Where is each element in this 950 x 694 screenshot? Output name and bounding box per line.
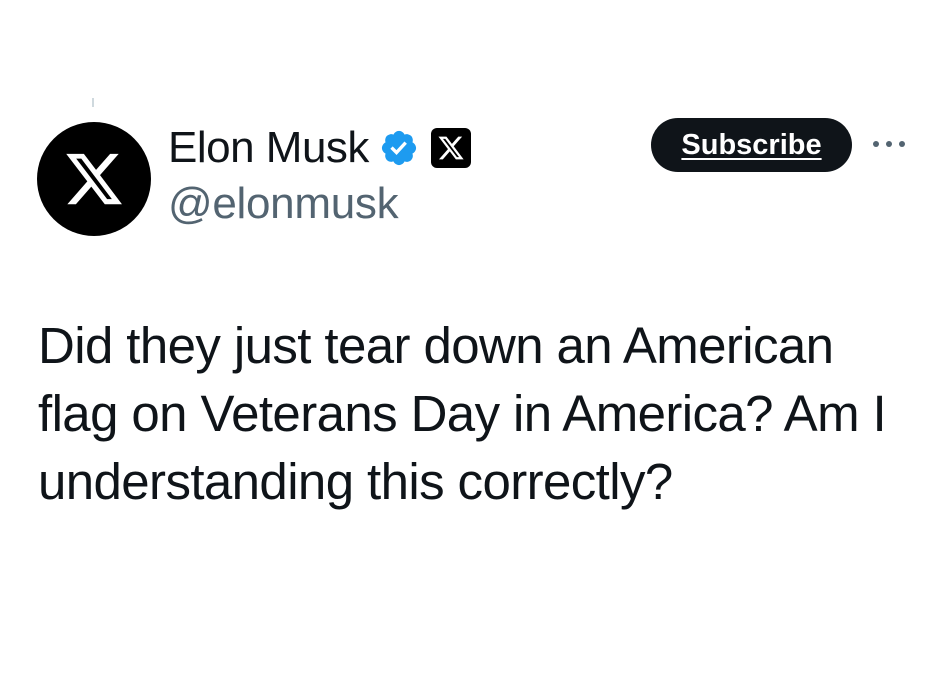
tweet-text: Did they just tear down an American flag… xyxy=(38,317,887,510)
divider-tick xyxy=(92,98,94,107)
avatar[interactable] xyxy=(37,122,151,236)
author-handle[interactable]: @elonmusk xyxy=(168,178,399,230)
x-affiliate-badge-icon[interactable] xyxy=(430,128,471,168)
subscribe-button[interactable]: Subscribe xyxy=(651,118,852,172)
x-logo-icon xyxy=(66,153,122,205)
verified-badge-icon xyxy=(379,128,419,168)
author-name-row: Elon Musk xyxy=(168,122,471,174)
more-options-icon[interactable] xyxy=(868,130,910,158)
author-display-name[interactable]: Elon Musk xyxy=(168,122,369,174)
